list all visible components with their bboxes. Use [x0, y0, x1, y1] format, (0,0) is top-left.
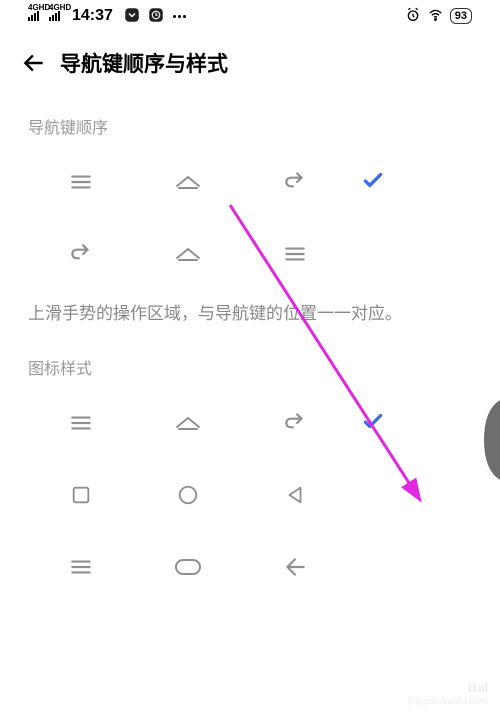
nav-order-option-1[interactable] [0, 146, 500, 218]
clock-app-icon [147, 6, 165, 27]
notification-icon [123, 6, 141, 27]
circle-icon [172, 479, 204, 511]
side-drawer-hint [482, 400, 500, 480]
alarm-icon [405, 7, 421, 26]
menu-icon [65, 407, 97, 439]
back-button[interactable] [20, 49, 48, 77]
menu-icon [65, 166, 97, 198]
back-icon [279, 407, 311, 439]
icon-style-option-2[interactable] [0, 459, 500, 531]
menu-icon [65, 551, 97, 583]
triangle-back-icon [279, 479, 311, 511]
home-icon [172, 407, 204, 439]
gesture-description: 上滑手势的操作区域，与导航键的位置一一对应。 [0, 290, 500, 331]
check-icon [360, 167, 386, 198]
page-header: 导航键顺序与样式 [0, 32, 500, 90]
home-icon [172, 238, 204, 270]
section-icon-style-label: 图标样式 [0, 331, 500, 387]
status-bar: 4GHD 4GHD 14:37 93 [0, 0, 500, 32]
rounded-rect-icon [172, 551, 204, 583]
signal-2: 4GHD [49, 11, 60, 21]
more-icon [173, 15, 186, 18]
icon-style-option-1[interactable] [0, 387, 500, 459]
square-icon [65, 479, 97, 511]
watermark: Bai jingyan.baidu.com [407, 680, 488, 708]
section-nav-order-label: 导航键顺序 [0, 90, 500, 146]
check-icon [360, 408, 386, 439]
signal-1: 4GHD [28, 11, 39, 21]
icon-style-option-3[interactable] [0, 531, 500, 603]
clock: 14:37 [72, 7, 113, 25]
page-title: 导航键顺序与样式 [60, 48, 228, 78]
back-icon [65, 238, 97, 270]
nav-order-option-2[interactable] [0, 218, 500, 290]
back-icon [279, 166, 311, 198]
wifi-icon [427, 6, 444, 26]
arrow-left-icon [279, 551, 311, 583]
home-icon [172, 166, 204, 198]
battery-indicator: 93 [450, 8, 472, 24]
menu-icon [279, 238, 311, 270]
